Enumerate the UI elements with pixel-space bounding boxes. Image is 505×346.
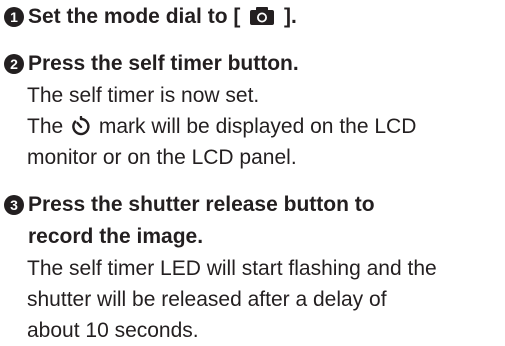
step-3-heading-line-1: Press the shutter release button to — [28, 193, 375, 216]
step-2-description-line-2-end: mark will be displayed on the LCD — [98, 115, 417, 138]
step-number-2: 2 — [4, 54, 24, 74]
step-2-description-line-2: The mark will be displayed on the LCD — [27, 111, 500, 142]
step-number-3: 3 — [4, 195, 24, 215]
step-2-description-line-2-start: The — [27, 115, 64, 138]
step-3-description: The self timer LED will start flashing a… — [27, 253, 500, 346]
step-3-description-line-2: shutter will be released after a delay o… — [27, 288, 387, 311]
step-2-heading: 2 Press the self timer button. — [4, 48, 500, 80]
step-2-description-line-1: The self timer is now set. — [27, 84, 260, 107]
step-3-heading-line-2: record the image. — [28, 225, 204, 248]
step-3: 3 Press the shutter release button to re… — [4, 189, 500, 346]
step-3-heading: 3 Press the shutter release button to re… — [4, 189, 500, 253]
step-number-1: 1 — [4, 7, 24, 27]
step-3-description-line-1: The self timer LED will start flashing a… — [27, 257, 437, 280]
step-1-heading: 1 Set the mode dial to [ ]. — [4, 1, 500, 33]
step-2-heading-line-1: Press the self timer button. — [28, 52, 299, 75]
step-1-heading-text-start: Set the mode dial to [ — [28, 5, 241, 28]
step-2: 2 Press the self timer button. The self … — [4, 48, 500, 173]
step-3-description-line-3: about 10 seconds. — [27, 319, 199, 342]
step-2-description-line-3: monitor or on the LCD panel. — [27, 146, 297, 169]
step-1-heading-text-end: ]. — [284, 5, 297, 28]
step-2-description: The self timer is now set. The mark will… — [27, 80, 500, 173]
step-1: 1 Set the mode dial to [ ]. — [4, 1, 500, 33]
self-timer-icon — [72, 116, 90, 136]
instruction-page: 1 Set the mode dial to [ ]. 2 Press the … — [0, 0, 505, 346]
camera-icon — [250, 7, 275, 25]
